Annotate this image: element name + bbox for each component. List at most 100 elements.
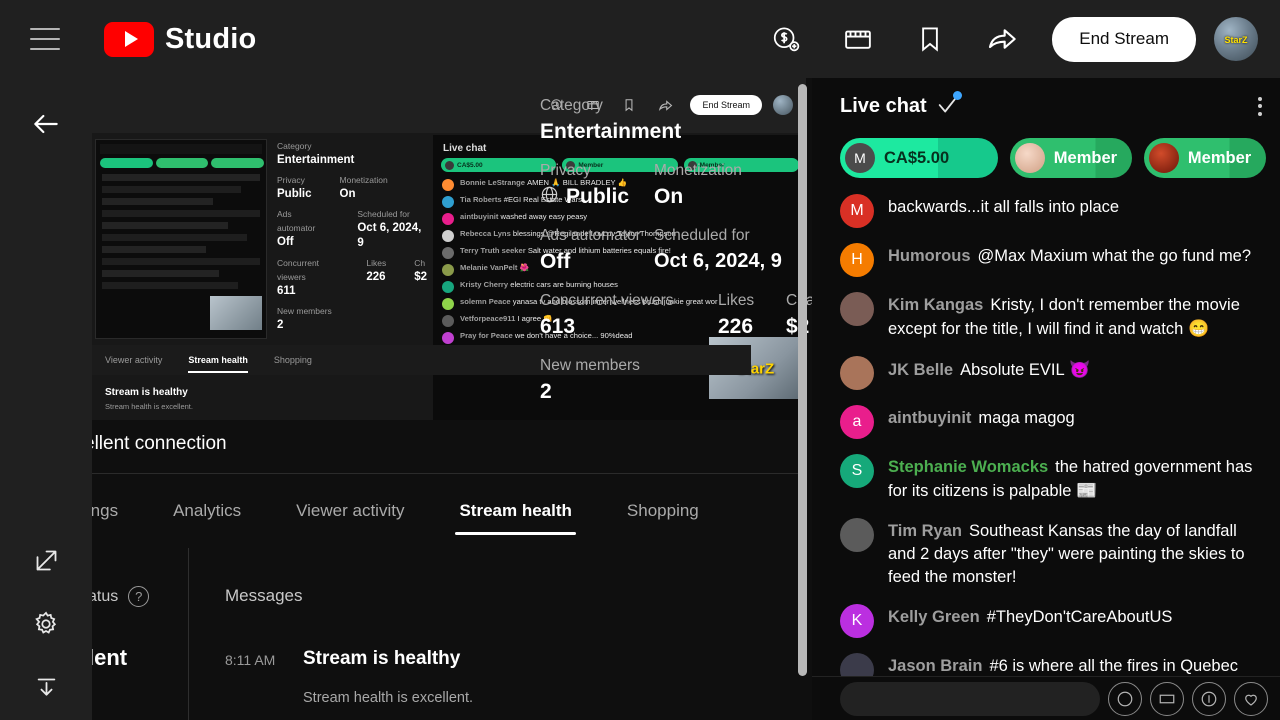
nested-tab-stream-health: Stream health: [188, 355, 248, 373]
monetization-icon[interactable]: [750, 9, 822, 69]
nested-viewers-label: Concurrent viewers: [277, 258, 320, 282]
chat-message[interactable]: JK Belle Absolute EVIL 😈: [840, 348, 1264, 397]
chat-author[interactable]: JK Belle: [888, 361, 953, 379]
chat-author[interactable]: Kim Kangas: [888, 296, 983, 314]
chat-emoji: 😈: [1064, 360, 1091, 379]
chat-text: maga magog: [978, 409, 1075, 427]
chat-author[interactable]: Stephanie Womacks: [888, 458, 1048, 476]
chat-avatar[interactable]: a: [840, 405, 874, 439]
messages-title: Messages: [225, 586, 303, 605]
chat-message[interactable]: Kim Kangas Kristy, I don't remember the m…: [840, 284, 1264, 348]
nested-chat-text: Vetforpeace911 I agree 👊: [460, 314, 553, 323]
studio-brand[interactable]: Studio: [104, 21, 256, 57]
status-column: atus ? lent: [88, 548, 188, 720]
tab-shopping[interactable]: Shopping: [623, 474, 703, 549]
chat-avatar[interactable]: [840, 518, 874, 552]
nested-ads-label: Ads automator: [277, 209, 316, 233]
tab-bar: ettings Analytics Viewer activity Stream…: [68, 473, 806, 549]
ticket-icon[interactable]: [1150, 681, 1184, 716]
chat-author[interactable]: Kelly Green: [888, 608, 980, 626]
nested-tab-viewer-activity: Viewer activity: [105, 355, 163, 365]
chat-input[interactable]: [840, 681, 1100, 716]
ads-automator-value: Off: [540, 250, 571, 273]
chat-message[interactable]: S Stephanie Womacks the hatred government …: [840, 446, 1264, 510]
top-bar: Studio End Stream StarZ: [0, 0, 1280, 78]
tab-analytics[interactable]: Analytics: [169, 474, 245, 549]
messages-column: Messages 8:11 AM Stream is healthy Strea…: [189, 548, 806, 720]
chat-text: backwards...it all falls into place: [888, 198, 1120, 216]
nested-monetization-value: On: [339, 188, 356, 200]
dollar-icon[interactable]: [1192, 681, 1226, 716]
hamburger-icon[interactable]: [30, 28, 60, 50]
help-icon[interactable]: ?: [128, 586, 150, 607]
youtube-logo-icon: [104, 21, 154, 57]
avatar[interactable]: StarZ: [1214, 17, 1258, 61]
more-vertical-icon[interactable]: [1258, 96, 1262, 116]
scheduled-label: Scheduled for: [654, 227, 750, 244]
chat-avatar[interactable]: [840, 356, 874, 390]
emoji-icon[interactable]: [1108, 681, 1142, 716]
privacy-value: Public: [566, 185, 630, 208]
likes-label: Likes: [718, 292, 755, 309]
end-stream-button[interactable]: End Stream: [1052, 16, 1196, 62]
tab-viewer-activity[interactable]: Viewer activity: [292, 474, 408, 549]
download-icon[interactable]: [0, 656, 92, 720]
chat-message[interactable]: Mbackwards...it all falls into place: [840, 186, 1264, 235]
back-arrow-icon[interactable]: [0, 92, 92, 156]
tab-stream-health[interactable]: Stream health: [455, 474, 577, 549]
nested-privacy-value: Public: [277, 188, 312, 200]
chat-emoji: 📰: [1071, 481, 1098, 500]
top-bar-actions: End Stream StarZ: [750, 9, 1280, 69]
chat-message[interactable]: K Kelly Green #TheyDon'tCareAboutUS: [840, 596, 1264, 645]
nested-category-value: Entertainment: [277, 154, 355, 166]
share-icon[interactable]: [966, 9, 1038, 69]
chat-avatar[interactable]: M: [840, 194, 874, 228]
clapperboard-icon[interactable]: [822, 9, 894, 69]
chat-message[interactable]: H Humorous @Max Maxium what the go fund me…: [840, 235, 1264, 284]
superchat-pill[interactable]: M CA$5.00: [840, 138, 998, 178]
member-pill[interactable]: Member: [1009, 138, 1132, 178]
message-time: 8:11 AM: [225, 652, 276, 668]
chat-message-list[interactable]: Mbackwards...it all falls into place H Hum…: [812, 182, 1280, 692]
chat-highlight-pills: M CA$5.00 Member Member: [812, 134, 1280, 182]
chat-author[interactable]: Tim Ryan: [888, 522, 962, 540]
chat-avatar[interactable]: [840, 292, 874, 326]
heart-icon[interactable]: [1234, 681, 1268, 716]
concurrent-viewers-label: Concurrent viewers: [540, 292, 674, 309]
nested-chat-value: $2: [414, 271, 427, 283]
chat-message-body: backwards...it all falls into place: [888, 193, 1119, 228]
stream-info-panel: Category Entertainment Privacy Public Mo…: [540, 94, 814, 419]
nested-likes-value: 226: [366, 271, 386, 283]
nested-chat-avatar: [442, 230, 454, 242]
chat-avatar[interactable]: H: [840, 243, 874, 277]
chat-input-bar: [812, 676, 1280, 720]
likes-value: 226: [718, 315, 754, 338]
chat-message-body: JK Belle Absolute EVIL 😈: [888, 355, 1091, 390]
avatar-tag: StarZ: [1224, 34, 1248, 45]
chat-message[interactable]: a aintbuyinit maga magog: [840, 397, 1264, 446]
nested-scheduled-label: Scheduled for: [357, 209, 410, 219]
chat-author[interactable]: Humorous: [888, 247, 971, 265]
pill-avatar: [1014, 143, 1045, 173]
open-external-icon[interactable]: [0, 528, 92, 592]
chat-avatar[interactable]: S: [840, 454, 874, 488]
nested-ads-value: Off: [277, 236, 294, 248]
pill-label: Member: [1053, 148, 1118, 167]
nested-chat-avatar: [442, 213, 454, 225]
chat-author[interactable]: Jason Brain: [888, 657, 982, 675]
chat-message[interactable]: Tim Ryan Southeast Kansas the day of land…: [840, 510, 1264, 596]
category-value: Entertainment: [540, 120, 682, 143]
scheduled-value: Oct 6, 2024, 9: [654, 250, 782, 272]
member-pill[interactable]: Member: [1143, 138, 1267, 178]
chat-text: @Max Maxium what the go fund me?: [977, 247, 1252, 265]
nested-tab-shopping: Shopping: [273, 355, 312, 365]
gear-icon[interactable]: [0, 592, 92, 656]
chat-message-body: Kim Kangas Kristy, I don't remember the m…: [888, 291, 1264, 341]
bookmark-icon[interactable]: [894, 9, 966, 69]
nested-members-label: New members: [277, 306, 332, 316]
chat-avatar[interactable]: K: [840, 604, 874, 638]
chat-author[interactable]: aintbuyinit: [888, 409, 971, 427]
vertical-scrollbar[interactable]: [798, 84, 807, 676]
nested-level2-thumbnail: [95, 139, 267, 339]
chat-message-body: aintbuyinit maga magog: [888, 404, 1075, 439]
